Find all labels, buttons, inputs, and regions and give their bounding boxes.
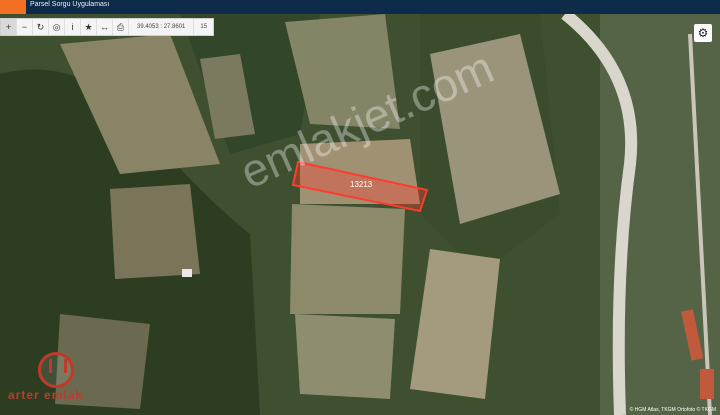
coordinates-readout: 39.4053 : 27.8601: [129, 19, 195, 35]
locate-icon[interactable]: ◎: [49, 19, 65, 35]
print-icon[interactable]: ⎙: [113, 19, 129, 35]
app-header: Parsel Sorgu Uygulaması: [0, 0, 720, 14]
info-icon[interactable]: i: [65, 19, 81, 35]
zoom-in-icon[interactable]: +: [1, 19, 17, 35]
map-attribution: © HGM Atlas, TKGM Ortofoto © TKGM: [629, 407, 716, 413]
star-icon[interactable]: ★: [81, 19, 97, 35]
satellite-imagery: [0, 14, 720, 415]
settings-gear-icon[interactable]: ⚙: [694, 24, 712, 42]
app-logo[interactable]: [0, 0, 26, 14]
brand-name: arter emlak: [8, 388, 84, 402]
zoom-out-icon[interactable]: −: [17, 19, 33, 35]
map-view[interactable]: [0, 14, 720, 415]
measure-icon[interactable]: ↔: [97, 19, 113, 35]
brand-emblem: [38, 352, 74, 388]
map-toolbar: + − ↻ ◎ i ★ ↔ ⎙ 39.4053 : 27.8601 15: [0, 18, 215, 36]
parcel-label: 13213: [350, 180, 373, 189]
refresh-icon[interactable]: ↻: [33, 19, 49, 35]
zoom-level: 15: [200, 24, 208, 30]
app-title: Parsel Sorgu Uygulaması: [30, 1, 110, 8]
brand-logo: arter emlak: [8, 352, 83, 402]
